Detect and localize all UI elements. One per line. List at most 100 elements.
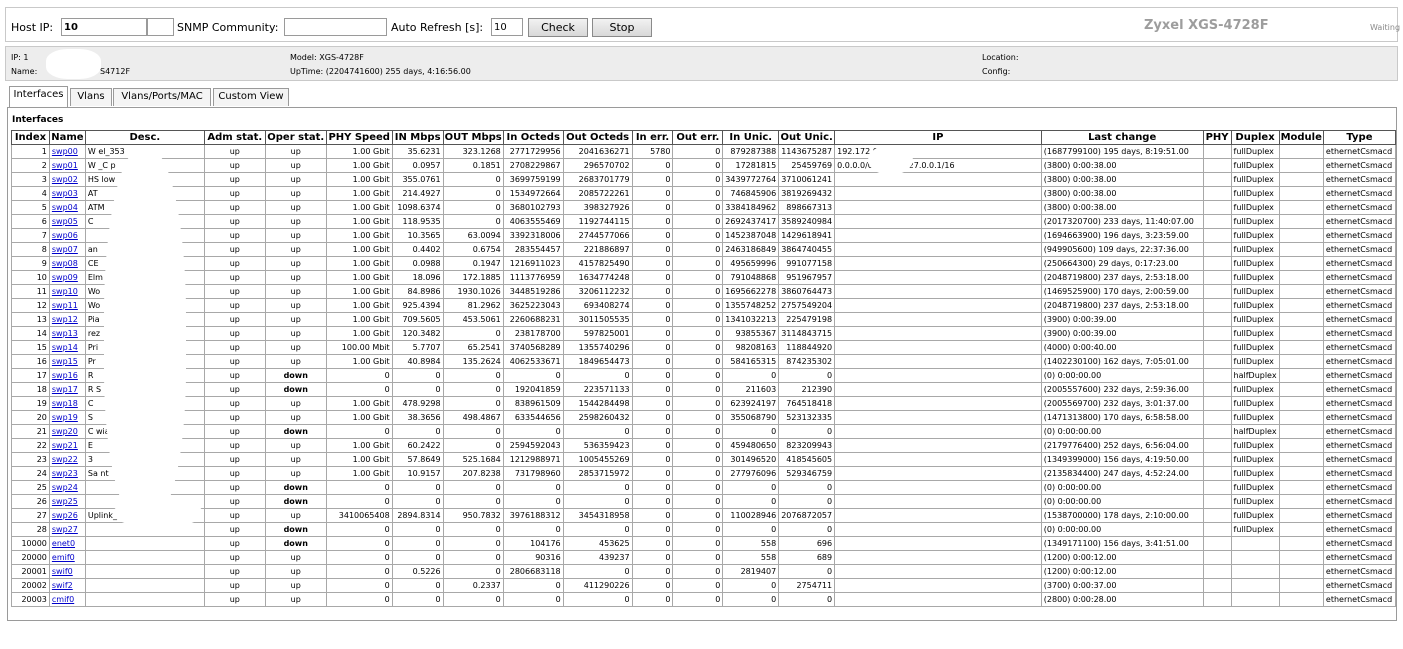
interface-link[interactable]: swif2 bbox=[52, 581, 73, 590]
table-cell: 925.4394 bbox=[391, 298, 444, 313]
interface-link[interactable]: swp04 bbox=[52, 203, 78, 212]
check-button[interactable]: Check bbox=[528, 18, 588, 37]
interface-link[interactable]: swp07 bbox=[52, 245, 78, 254]
interface-link[interactable]: swp24 bbox=[52, 483, 78, 492]
interface-link[interactable]: swp26 bbox=[52, 511, 78, 520]
table-cell: 0 bbox=[442, 536, 504, 551]
table-cell: 693408274 bbox=[562, 298, 633, 313]
table-cell: up bbox=[264, 284, 327, 299]
table-cell: 8 bbox=[11, 242, 50, 257]
interface-link[interactable]: swp17 bbox=[52, 385, 78, 394]
table-cell: 0 bbox=[722, 480, 780, 495]
interface-link[interactable]: swp25 bbox=[52, 497, 78, 506]
auto-refresh-input[interactable] bbox=[491, 18, 523, 36]
table-cell: 9 bbox=[11, 256, 50, 271]
table-cell: 1534972664 bbox=[502, 186, 564, 201]
interface-link[interactable]: swp00 bbox=[52, 147, 78, 156]
tab-custom-view[interactable]: Custom View bbox=[213, 88, 289, 106]
interface-link[interactable]: enet0 bbox=[52, 539, 75, 548]
host-ip-extra-input[interactable] bbox=[147, 18, 174, 36]
interface-link[interactable]: emif0 bbox=[52, 553, 75, 562]
table-cell: 93855367 bbox=[722, 326, 780, 341]
interface-link[interactable]: swp11 bbox=[52, 301, 78, 310]
table-cell: fullDuplex bbox=[1230, 284, 1280, 299]
table-cell: (1402230100) 162 days, 7:05:01.00 bbox=[1040, 354, 1204, 369]
table-cell: 1355740296 bbox=[562, 340, 633, 355]
interface-link[interactable]: swp10 bbox=[52, 287, 78, 296]
interface-link[interactable]: swp21 bbox=[52, 441, 78, 450]
interface-link[interactable]: swp22 bbox=[52, 455, 78, 464]
table-cell: 623924197 bbox=[722, 396, 780, 411]
table-cell bbox=[1230, 592, 1280, 607]
table-cell: up bbox=[203, 270, 266, 285]
table-cell: 2894.8314 bbox=[391, 508, 444, 523]
host-ip-label: Host IP: bbox=[11, 21, 54, 34]
table-cell: ethernetCsmacd bbox=[1322, 410, 1397, 425]
interface-name-cell: swp12 bbox=[48, 312, 86, 327]
table-cell: (3900) 0:00:39.00 bbox=[1040, 312, 1204, 327]
table-cell: 0 bbox=[672, 578, 724, 593]
tab-vlans[interactable]: Vlans bbox=[70, 88, 112, 106]
table-cell: 10.9157 bbox=[391, 466, 444, 481]
table-cell: 0 bbox=[562, 592, 633, 607]
table-cell: 0 bbox=[442, 550, 504, 565]
interface-link[interactable]: swp15 bbox=[52, 357, 78, 366]
table-cell: 0 bbox=[442, 396, 504, 411]
interface-link[interactable]: swp23 bbox=[52, 469, 78, 478]
interface-link[interactable]: swp14 bbox=[52, 343, 78, 352]
table-cell bbox=[1278, 578, 1324, 593]
table-cell: 1.00 Gbit bbox=[325, 312, 393, 327]
interfaces-panel: Interfaces Index Name Desc. Adm stat. Oper s… bbox=[7, 107, 1397, 621]
table-cell bbox=[1202, 326, 1232, 341]
stop-button[interactable]: Stop bbox=[592, 18, 652, 37]
interface-link[interactable]: swp27 bbox=[52, 525, 78, 534]
table-cell: up bbox=[264, 438, 327, 453]
table-cell: 0 bbox=[442, 326, 504, 341]
interface-link[interactable]: swp05 bbox=[52, 217, 78, 226]
interface-link[interactable]: swp01 bbox=[52, 161, 78, 170]
table-cell: down bbox=[264, 368, 327, 383]
interface-link[interactable]: swif0 bbox=[52, 567, 73, 576]
table-cell: fullDuplex bbox=[1230, 186, 1280, 201]
interface-link[interactable]: swp03 bbox=[52, 189, 78, 198]
host-ip-input[interactable] bbox=[61, 18, 147, 36]
table-cell bbox=[834, 480, 1042, 495]
table-cell bbox=[1202, 354, 1232, 369]
table-cell: 0 bbox=[672, 466, 724, 481]
auto-refresh-label: Auto Refresh [s]: bbox=[391, 21, 484, 34]
table-cell bbox=[834, 438, 1042, 453]
tab-interfaces[interactable]: Interfaces bbox=[9, 86, 68, 107]
interface-link[interactable]: swp19 bbox=[52, 413, 78, 422]
table-row: 15 swp14 Pri up up 100.00 Mbit 5.7707 65.2541 37… bbox=[11, 340, 1397, 355]
interface-link[interactable]: swp02 bbox=[52, 175, 78, 184]
interface-link[interactable]: swp20 bbox=[52, 427, 78, 436]
table-cell bbox=[1278, 242, 1324, 257]
table-header-row: Index Name Desc. Adm stat. Oper stat. PHY Spe… bbox=[11, 130, 1397, 145]
interface-link[interactable]: swp08 bbox=[52, 259, 78, 268]
table-cell: 3448519286 bbox=[502, 284, 564, 299]
table-cell bbox=[1230, 550, 1280, 565]
interface-link[interactable]: swp16 bbox=[52, 371, 78, 380]
table-cell: 1.00 Gbit bbox=[325, 270, 393, 285]
table-cell: 597825001 bbox=[562, 326, 633, 341]
table-cell: 65.2541 bbox=[442, 340, 504, 355]
tab-vlans-ports-mac[interactable]: Vlans/Ports/MAC bbox=[113, 88, 211, 106]
interface-link[interactable]: swp18 bbox=[52, 399, 78, 408]
table-cell: 0 bbox=[672, 144, 724, 159]
table-cell bbox=[834, 256, 1042, 271]
table-cell bbox=[834, 200, 1042, 215]
interface-link[interactable]: swp09 bbox=[52, 273, 78, 282]
table-cell bbox=[1202, 340, 1232, 355]
table-cell: 696 bbox=[778, 536, 836, 551]
table-cell: 0 bbox=[502, 592, 564, 607]
table-cell bbox=[1278, 172, 1324, 187]
column-header: Duplex bbox=[1230, 130, 1280, 145]
snmp-community-input[interactable] bbox=[284, 18, 387, 36]
interface-link[interactable]: cmif0 bbox=[52, 595, 74, 604]
interface-link[interactable]: swp06 bbox=[52, 231, 78, 240]
interface-link[interactable]: swp13 bbox=[52, 329, 78, 338]
table-cell bbox=[1202, 592, 1232, 607]
column-header: Out Unic. bbox=[778, 130, 836, 145]
interface-link[interactable]: swp12 bbox=[52, 315, 78, 324]
table-cell bbox=[834, 410, 1042, 425]
